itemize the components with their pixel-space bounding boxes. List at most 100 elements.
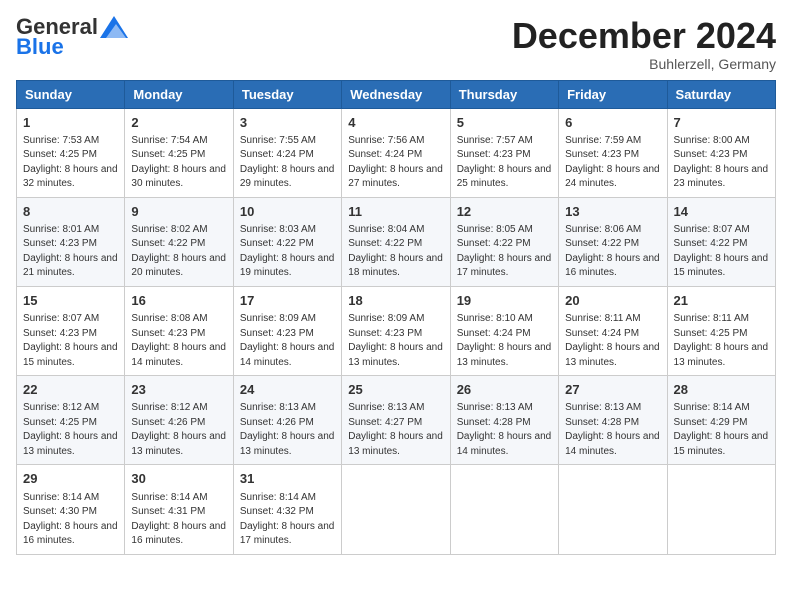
calendar-day-cell <box>559 465 667 554</box>
day-info: Sunrise: 7:54 AMSunset: 4:25 PMDaylight:… <box>131 134 226 192</box>
day-number: 29 <box>23 470 118 488</box>
calendar-day-cell: 11Sunrise: 8:04 AMSunset: 4:22 PMDayligh… <box>342 197 450 286</box>
calendar-day-cell: 17Sunrise: 8:09 AMSunset: 4:23 PMDayligh… <box>233 286 341 375</box>
calendar-day-cell: 23 Sunrise: 8:12 AMSunset: 4:26 PMDayligh… <box>125 376 233 465</box>
day-info: Sunrise: 8:08 AMSunset: 4:23 PMDaylight:… <box>131 312 226 370</box>
day-number: 22 <box>23 381 118 399</box>
calendar-day-cell: 8 Sunrise: 8:01 AMSunset: 4:23 PMDaylight… <box>17 197 125 286</box>
day-info: Sunrise: 8:13 AMSunset: 4:28 PMDaylight:… <box>565 401 660 459</box>
day-number: 2 <box>131 114 226 132</box>
day-number: 5 <box>457 114 552 132</box>
day-info: Sunrise: 8:14 AMSunset: 4:30 PMDaylight:… <box>23 491 118 549</box>
calendar-table: SundayMondayTuesdayWednesdayThursdayFrid… <box>16 80 776 555</box>
weekday-header: Saturday <box>667 80 775 108</box>
day-number: 1 <box>23 114 118 132</box>
calendar-day-cell: 21 Sunrise: 8:11 AMSunset: 4:25 PMDayligh… <box>667 286 775 375</box>
day-info: Sunrise: 8:13 AMSunset: 4:26 PMDaylight:… <box>240 401 335 459</box>
day-info: Sunrise: 8:13 AMSunset: 4:28 PMDaylight:… <box>457 401 552 459</box>
day-number: 21 <box>674 292 769 310</box>
calendar-day-cell: 9 Sunrise: 8:02 AMSunset: 4:22 PMDaylight… <box>125 197 233 286</box>
day-number: 8 <box>23 203 118 221</box>
day-number: 11 <box>348 203 443 221</box>
calendar-day-cell: 31Sunrise: 8:14 AMSunset: 4:32 PMDayligh… <box>233 465 341 554</box>
day-number: 20 <box>565 292 660 310</box>
day-info: Sunrise: 7:55 AMSunset: 4:24 PMDaylight:… <box>240 134 335 192</box>
day-number: 16 <box>131 292 226 310</box>
calendar-day-cell: 4 Sunrise: 7:56 AMSunset: 4:24 PMDaylight… <box>342 108 450 197</box>
day-number: 6 <box>565 114 660 132</box>
calendar-day-cell <box>450 465 558 554</box>
calendar-week-row: 15 Sunrise: 8:07 AMSunset: 4:23 PMDayligh… <box>17 286 776 375</box>
day-info: Sunrise: 8:01 AMSunset: 4:23 PMDaylight:… <box>23 223 118 281</box>
calendar-day-cell: 12 Sunrise: 8:05 AMSunset: 4:22 PMDayligh… <box>450 197 558 286</box>
day-info: Sunrise: 8:09 AMSunset: 4:23 PMDaylight:… <box>348 312 443 370</box>
calendar-day-cell: 20 Sunrise: 8:11 AMSunset: 4:24 PMDayligh… <box>559 286 667 375</box>
day-number: 28 <box>674 381 769 399</box>
calendar-day-cell: 5 Sunrise: 7:57 AMSunset: 4:23 PMDaylight… <box>450 108 558 197</box>
day-info: Sunrise: 8:07 AMSunset: 4:22 PMDaylight:… <box>674 223 769 281</box>
day-number: 18 <box>348 292 443 310</box>
page-header: General Blue December 2024 Buhlerzell, G… <box>16 16 776 72</box>
calendar-day-cell: 18 Sunrise: 8:09 AMSunset: 4:23 PMDayligh… <box>342 286 450 375</box>
calendar-day-cell: 22 Sunrise: 8:12 AMSunset: 4:25 PMDayligh… <box>17 376 125 465</box>
day-number: 3 <box>240 114 335 132</box>
day-number: 19 <box>457 292 552 310</box>
calendar-week-row: 8 Sunrise: 8:01 AMSunset: 4:23 PMDaylight… <box>17 197 776 286</box>
day-info: Sunrise: 8:10 AMSunset: 4:24 PMDaylight:… <box>457 312 552 370</box>
day-info: Sunrise: 8:12 AMSunset: 4:25 PMDaylight:… <box>23 401 118 459</box>
weekday-header: Monday <box>125 80 233 108</box>
calendar-day-cell: 7Sunrise: 8:00 AMSunset: 4:23 PMDaylight… <box>667 108 775 197</box>
calendar-week-row: 1 Sunrise: 7:53 AMSunset: 4:25 PMDaylight… <box>17 108 776 197</box>
day-info: Sunrise: 7:53 AMSunset: 4:25 PMDaylight:… <box>23 134 118 192</box>
day-number: 7 <box>674 114 769 132</box>
calendar-week-row: 22 Sunrise: 8:12 AMSunset: 4:25 PMDayligh… <box>17 376 776 465</box>
day-info: Sunrise: 8:14 AMSunset: 4:31 PMDaylight:… <box>131 491 226 549</box>
day-number: 24 <box>240 381 335 399</box>
calendar-day-cell: 24 Sunrise: 8:13 AMSunset: 4:26 PMDayligh… <box>233 376 341 465</box>
day-number: 27 <box>565 381 660 399</box>
day-info: Sunrise: 7:57 AMSunset: 4:23 PMDaylight:… <box>457 134 552 192</box>
day-info: Sunrise: 8:12 AMSunset: 4:26 PMDaylight:… <box>131 401 226 459</box>
day-info: Sunrise: 8:05 AMSunset: 4:22 PMDaylight:… <box>457 223 552 281</box>
calendar-day-cell: 16 Sunrise: 8:08 AMSunset: 4:23 PMDayligh… <box>125 286 233 375</box>
weekday-header: Sunday <box>17 80 125 108</box>
calendar-day-cell: 25 Sunrise: 8:13 AMSunset: 4:27 PMDayligh… <box>342 376 450 465</box>
day-info: Sunrise: 8:11 AMSunset: 4:24 PMDaylight:… <box>565 312 660 370</box>
calendar-day-cell: 6Sunrise: 7:59 AMSunset: 4:23 PMDaylight… <box>559 108 667 197</box>
weekday-header: Wednesday <box>342 80 450 108</box>
calendar-day-cell: 1 Sunrise: 7:53 AMSunset: 4:25 PMDaylight… <box>17 108 125 197</box>
calendar-day-cell: 14 Sunrise: 8:07 AMSunset: 4:22 PMDayligh… <box>667 197 775 286</box>
day-number: 25 <box>348 381 443 399</box>
calendar-day-cell <box>342 465 450 554</box>
month-title: December 2024 <box>512 16 776 56</box>
calendar-day-cell: 27 Sunrise: 8:13 AMSunset: 4:28 PMDayligh… <box>559 376 667 465</box>
calendar-day-cell: 29 Sunrise: 8:14 AMSunset: 4:30 PMDayligh… <box>17 465 125 554</box>
day-info: Sunrise: 8:07 AMSunset: 4:23 PMDaylight:… <box>23 312 118 370</box>
day-number: 9 <box>131 203 226 221</box>
day-info: Sunrise: 8:02 AMSunset: 4:22 PMDaylight:… <box>131 223 226 281</box>
day-number: 15 <box>23 292 118 310</box>
calendar-day-cell: 15 Sunrise: 8:07 AMSunset: 4:23 PMDayligh… <box>17 286 125 375</box>
logo: General Blue <box>16 16 128 58</box>
day-info: Sunrise: 8:14 AMSunset: 4:32 PMDaylight:… <box>240 491 335 549</box>
day-info: Sunrise: 8:14 AMSunset: 4:29 PMDaylight:… <box>674 401 769 459</box>
day-number: 4 <box>348 114 443 132</box>
day-info: Sunrise: 8:11 AMSunset: 4:25 PMDaylight:… <box>674 312 769 370</box>
calendar-day-cell <box>667 465 775 554</box>
logo-icon <box>100 16 128 38</box>
weekday-header: Thursday <box>450 80 558 108</box>
day-number: 10 <box>240 203 335 221</box>
logo-blue: Blue <box>16 36 64 58</box>
day-number: 14 <box>674 203 769 221</box>
day-number: 12 <box>457 203 552 221</box>
calendar-day-cell: 30Sunrise: 8:14 AMSunset: 4:31 PMDayligh… <box>125 465 233 554</box>
calendar-day-cell: 13Sunrise: 8:06 AMSunset: 4:22 PMDayligh… <box>559 197 667 286</box>
day-number: 23 <box>131 381 226 399</box>
day-info: Sunrise: 8:13 AMSunset: 4:27 PMDaylight:… <box>348 401 443 459</box>
calendar-day-cell: 10Sunrise: 8:03 AMSunset: 4:22 PMDayligh… <box>233 197 341 286</box>
day-info: Sunrise: 7:56 AMSunset: 4:24 PMDaylight:… <box>348 134 443 192</box>
calendar-week-row: 29 Sunrise: 8:14 AMSunset: 4:30 PMDayligh… <box>17 465 776 554</box>
weekday-header: Friday <box>559 80 667 108</box>
day-number: 17 <box>240 292 335 310</box>
calendar-day-cell: 26Sunrise: 8:13 AMSunset: 4:28 PMDayligh… <box>450 376 558 465</box>
